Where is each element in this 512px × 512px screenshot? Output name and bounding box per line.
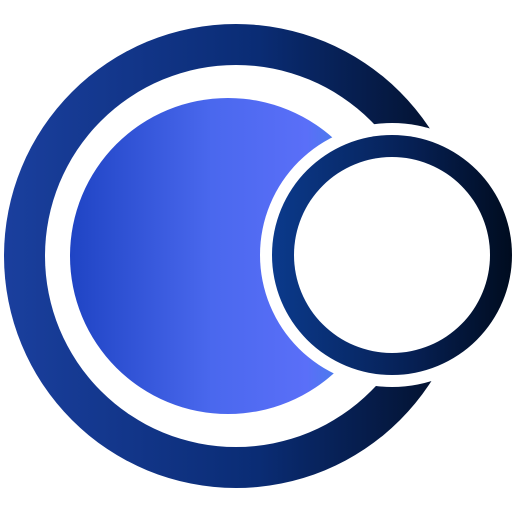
orbit-logo-icon: [4, 24, 512, 488]
logo-canvas: [0, 0, 512, 512]
moon-center: [294, 157, 490, 353]
